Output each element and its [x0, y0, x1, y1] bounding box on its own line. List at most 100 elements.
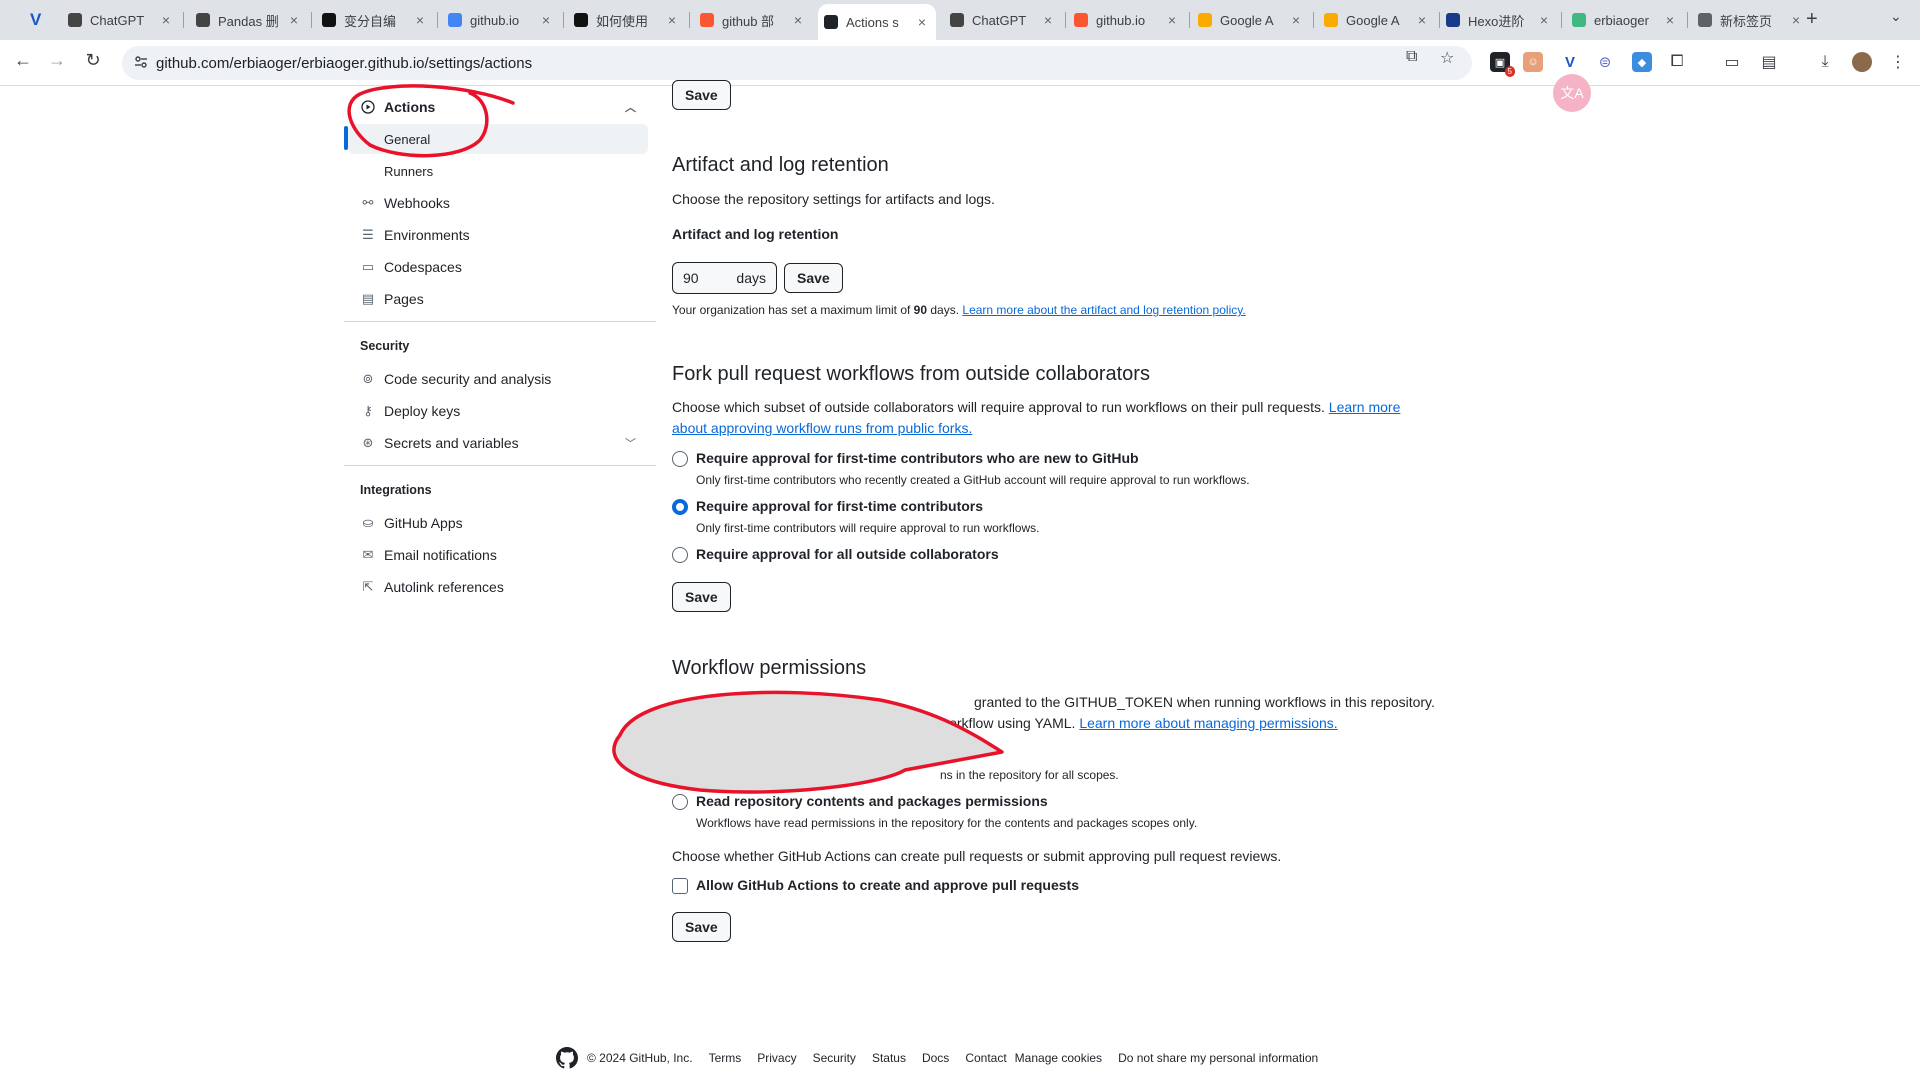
close-icon[interactable]: × — [1288, 12, 1304, 28]
sidebar-item-webhooks[interactable]: ⚯ Webhooks — [344, 188, 648, 218]
profile-avatar-icon[interactable] — [1852, 52, 1872, 72]
close-icon[interactable]: × — [1040, 12, 1056, 28]
sidebar-item-secrets[interactable]: ⊛ Secrets and variables ﹀ — [344, 428, 648, 458]
browser-tab[interactable]: Hexo进阶 × — [1440, 6, 1558, 34]
extension-v-icon[interactable]: V — [1560, 52, 1580, 72]
footer-link[interactable]: Privacy — [757, 1051, 796, 1065]
close-icon[interactable]: × — [790, 12, 806, 28]
footer-link[interactable]: Docs — [922, 1051, 949, 1065]
browser-tab[interactable]: erbiaoger × — [1566, 6, 1684, 34]
close-icon[interactable]: × — [1788, 12, 1804, 28]
retention-days-input[interactable]: 90 days — [672, 262, 777, 294]
tab-separator — [689, 12, 690, 28]
save-button-retention[interactable]: Save — [784, 263, 843, 293]
permissions-learn-more-link[interactable]: Learn more about managing permissions. — [1079, 715, 1337, 731]
chevron-down-icon[interactable]: ﹀ — [625, 435, 636, 451]
footer-link[interactable]: Status — [872, 1051, 906, 1065]
artifact-description: Choose the repository settings for artif… — [672, 191, 995, 207]
close-icon[interactable]: × — [1662, 12, 1678, 28]
extension-face-icon[interactable]: ☺ — [1523, 52, 1543, 72]
sidebar-item-runners[interactable]: Runners — [344, 156, 648, 186]
save-button-workflow[interactable]: Save — [672, 912, 731, 942]
close-icon[interactable]: × — [286, 12, 302, 28]
browser-tab[interactable]: github.io × — [1068, 6, 1186, 34]
sidebar-item-deploy-keys[interactable]: ⚷ Deploy keys — [344, 396, 648, 426]
extension-translate-icon[interactable]: ⊜ — [1595, 52, 1615, 72]
sidebar-item-autolink[interactable]: ⇱ Autolink references — [344, 572, 648, 602]
sidebar-item-code-security[interactable]: ⊚ Code security and analysis — [344, 364, 648, 394]
extensions-puzzle-icon[interactable]: ⧠ — [1667, 52, 1687, 72]
footer-link[interactable]: Security — [813, 1051, 856, 1065]
sidebar-item-actions[interactable]: Actions ︿ — [344, 92, 648, 122]
sidebar-item-email-notifications[interactable]: ✉ Email notifications — [344, 540, 648, 570]
close-icon[interactable]: × — [664, 12, 680, 28]
artifact-retention-label: Artifact and log retention — [672, 226, 839, 242]
browser-tab[interactable]: Google A × — [1192, 6, 1310, 34]
radio-first-time[interactable] — [672, 499, 688, 515]
browser-tab[interactable]: ChatGPT × — [944, 6, 1062, 34]
close-icon[interactable]: × — [158, 12, 174, 28]
retention-policy-link[interactable]: Learn more about the artifact and log re… — [962, 303, 1245, 317]
tab-separator — [1561, 12, 1562, 28]
tab-label: erbiaoger — [1594, 12, 1649, 28]
close-icon[interactable]: × — [1536, 12, 1552, 28]
new-tab-button[interactable]: + — [1806, 8, 1818, 31]
sidebar-item-general[interactable]: General — [348, 124, 648, 154]
allow-pr-label[interactable]: Allow GitHub Actions to create and appro… — [696, 877, 1079, 893]
sidebar-item-environments[interactable]: ☰ Environments — [344, 220, 648, 250]
retention-note-text: Your organization has set a maximum limi… — [672, 303, 914, 317]
close-icon[interactable]: × — [1414, 12, 1430, 28]
reload-button[interactable]: ↻ — [80, 50, 106, 71]
chevron-up-icon[interactable]: ︿ — [625, 99, 636, 115]
sidebar-item-codespaces[interactable]: ▭ Codespaces — [344, 252, 648, 282]
install-app-icon[interactable]: ⧉ — [1406, 48, 1417, 66]
bookmark-star-icon[interactable]: ☆ — [1440, 48, 1454, 68]
browser-tab[interactable]: ChatGPT × — [62, 6, 180, 34]
allow-pr-checkbox[interactable] — [672, 878, 688, 894]
browser-tab[interactable]: Pandas 删 × — [190, 6, 308, 34]
footer-link[interactable]: Manage cookies — [1015, 1051, 1102, 1065]
browser-tab[interactable]: github.io × — [442, 6, 560, 34]
radio-all-outside[interactable] — [672, 547, 688, 563]
back-button[interactable]: ← — [10, 50, 36, 71]
footer-link[interactable]: Terms — [709, 1051, 742, 1065]
translate-avatar-icon[interactable]: 文A — [1553, 74, 1591, 112]
close-icon[interactable]: × — [1164, 12, 1180, 28]
save-button-fork[interactable]: Save — [672, 582, 731, 612]
side-panel-icon[interactable]: ▤ — [1759, 52, 1779, 72]
close-icon[interactable]: × — [914, 14, 930, 30]
address-bar[interactable]: github.com/erbiaoger/erbiaoger.github.io… — [122, 46, 1472, 80]
retention-note: Your organization has set a maximum limi… — [672, 303, 1246, 317]
extension-shield-icon[interactable]: ◆ — [1632, 52, 1652, 72]
close-icon[interactable]: × — [538, 12, 554, 28]
sidebar-item-pages[interactable]: ▤ Pages — [344, 284, 648, 314]
browser-tab[interactable]: Google A × — [1318, 6, 1436, 34]
sidebar-item-github-apps[interactable]: ⛀ GitHub Apps — [344, 508, 648, 538]
browser-menu-icon[interactable]: ⋮ — [1888, 52, 1908, 72]
browser-tab[interactable]: Actions s × — [818, 4, 936, 40]
sidebar-heading-security: Security — [360, 339, 410, 353]
browser-tab[interactable]: 变分自编 × — [316, 6, 434, 34]
close-icon[interactable]: × — [412, 12, 428, 28]
tab-search-chevron-icon[interactable]: ⌄ — [1890, 8, 1902, 25]
download-icon[interactable]: ⤓ — [1815, 52, 1835, 72]
browser-tab[interactable]: 新标签页 × — [1692, 6, 1810, 34]
reading-mode-icon[interactable]: ▭ — [1722, 52, 1742, 72]
radio-read-permissions[interactable] — [672, 794, 688, 810]
site-settings-icon[interactable] — [134, 55, 148, 69]
openai-icon — [68, 13, 82, 27]
codespaces-icon: ▭ — [361, 259, 375, 274]
extension-badge-icon[interactable]: ▣ 5 — [1490, 52, 1515, 77]
browser-tab[interactable]: github 部 × — [694, 6, 812, 34]
radio-new-to-github[interactable] — [672, 451, 688, 467]
save-button-permissions[interactable]: Save — [672, 80, 731, 110]
footer-link[interactable]: Contact — [965, 1051, 1006, 1065]
tab-label: Actions s — [846, 14, 899, 30]
asterisk-box-icon: ⊛ — [362, 435, 374, 450]
forward-button[interactable]: → — [44, 50, 70, 71]
github-logo-icon[interactable] — [555, 1046, 579, 1070]
tab-separator — [311, 12, 312, 28]
vivaldi-icon[interactable]: V — [30, 10, 41, 30]
footer-link[interactable]: Do not share my personal information — [1118, 1051, 1318, 1065]
browser-tab[interactable]: 如何使用 × — [568, 6, 686, 34]
